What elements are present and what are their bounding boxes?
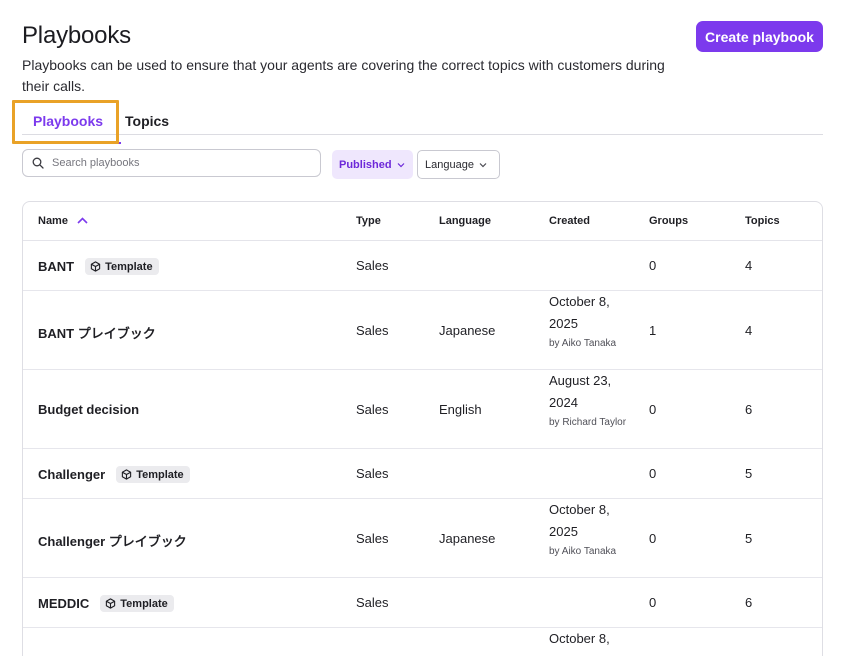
table-header: Name Type Language Created Groups Topics: [23, 202, 822, 241]
table-row[interactable]: BANT Template Sales 0 4: [23, 241, 822, 291]
sort-ascending-icon[interactable]: [77, 217, 88, 224]
template-badge-label: Template: [136, 468, 184, 481]
topics-cell: 4: [745, 258, 753, 273]
created-date: October 8, 2025: [549, 631, 610, 656]
type-cell: Sales: [356, 323, 389, 338]
tab-bar: Playbooks Topics: [22, 101, 823, 144]
playbook-name-cell[interactable]: MEDDIC Template: [38, 595, 174, 612]
groups-cell: 1: [649, 323, 657, 338]
created-date: October 8, 2025: [549, 502, 610, 539]
created-by: by Aiko Tanaka: [549, 546, 617, 557]
column-header-groups[interactable]: Groups: [649, 215, 688, 227]
created-cell: August 23, 2024 by Richard Taylor: [549, 370, 639, 432]
column-header-created[interactable]: Created: [549, 215, 590, 227]
topics-cell: 5: [745, 531, 753, 546]
playbook-name-cell[interactable]: Challenger Template: [38, 466, 190, 483]
column-header-type[interactable]: Type: [356, 215, 381, 227]
table-row[interactable]: Challenger Template Sales 0 5: [23, 449, 822, 499]
groups-cell: 0: [649, 466, 657, 481]
playbook-name-cell[interactable]: Challenger プレイブック: [38, 531, 187, 550]
language-cell: Japanese: [439, 323, 496, 338]
playbook-name: MEDDIC: [38, 596, 90, 611]
page-title: Playbooks: [22, 22, 131, 49]
created-by: by Richard Taylor: [549, 417, 627, 428]
type-cell: Sales: [356, 258, 389, 273]
create-playbook-button[interactable]: Create playbook: [696, 21, 823, 52]
language-filter[interactable]: Language: [417, 150, 500, 179]
type-cell: Sales: [356, 466, 389, 481]
created-cell: October 8, 2025: [549, 628, 639, 656]
created-date: October 8, 2025: [549, 294, 610, 331]
published-filter[interactable]: Published: [332, 150, 413, 179]
type-cell: Sales: [356, 595, 389, 610]
language-cell: English: [439, 402, 482, 417]
tab-topics[interactable]: Topics: [125, 113, 169, 129]
column-header-name[interactable]: Name: [38, 215, 68, 227]
template-badge: Template: [100, 595, 174, 612]
playbooks-table: Name Type Language Created Groups Topics…: [22, 201, 823, 656]
tab-focus-highlight: [12, 100, 119, 144]
topics-cell: 5: [745, 466, 753, 481]
topics-cell: 6: [745, 595, 753, 610]
created-date: August 23, 2024: [549, 373, 612, 410]
published-filter-label: Published: [339, 158, 392, 171]
template-badge-label: Template: [105, 260, 153, 273]
playbook-name: Budget decision: [38, 402, 140, 417]
search-box[interactable]: [22, 149, 321, 177]
playbook-name: BANT: [38, 259, 75, 274]
playbook-name-cell[interactable]: Budget decision: [38, 402, 139, 417]
table-row[interactable]: BANT プレイブック Sales Japanese October 8, 2025 b…: [23, 291, 822, 370]
groups-cell: 0: [649, 531, 657, 546]
chevron-down-icon: [397, 162, 404, 167]
search-input[interactable]: [52, 153, 312, 173]
topics-cell: 6: [745, 402, 753, 417]
type-cell: Sales: [356, 531, 389, 546]
template-cube-icon: [122, 469, 132, 480]
table-row[interactable]: MEDDIC Template Sales 0 6: [23, 578, 822, 628]
created-cell: October 8, 2025 by Aiko Tanaka: [549, 499, 639, 561]
groups-cell: 0: [649, 258, 657, 273]
chevron-down-icon: [479, 162, 487, 167]
column-header-language[interactable]: Language: [439, 215, 491, 227]
groups-cell: 0: [649, 402, 657, 417]
playbook-name: Challenger プレイブック: [38, 534, 187, 549]
table-row[interactable]: Budget decision Sales English August 23, 20…: [23, 370, 822, 449]
template-cube-icon: [90, 261, 101, 272]
column-header-topics[interactable]: Topics: [745, 215, 780, 227]
type-cell: Sales: [356, 402, 389, 417]
table-row[interactable]: October 8, 2025: [23, 628, 822, 656]
playbook-name-cell[interactable]: BANT Template: [38, 258, 159, 275]
groups-cell: 0: [649, 595, 657, 610]
playbook-name: BANT プレイブック: [38, 326, 156, 341]
playbook-name: Challenger: [38, 467, 106, 482]
language-filter-label: Language: [425, 158, 474, 171]
table-row[interactable]: Challenger プレイブック Sales Japanese October 8,…: [23, 499, 822, 578]
playbook-name-cell[interactable]: BANT プレイブック: [38, 323, 156, 342]
template-cube-icon: [106, 598, 116, 609]
template-badge: Template: [85, 258, 159, 275]
language-cell: Japanese: [439, 531, 496, 546]
template-badge: Template: [116, 466, 190, 483]
topics-cell: 4: [745, 323, 753, 338]
created-by: by Aiko Tanaka: [549, 338, 617, 349]
search-icon: [32, 157, 44, 169]
template-badge-label: Template: [120, 597, 168, 610]
page-description: Playbooks can be used to ensure that you…: [22, 57, 665, 94]
created-cell: October 8, 2025 by Aiko Tanaka: [549, 291, 639, 353]
column-header-name-label: Name: [38, 215, 68, 227]
